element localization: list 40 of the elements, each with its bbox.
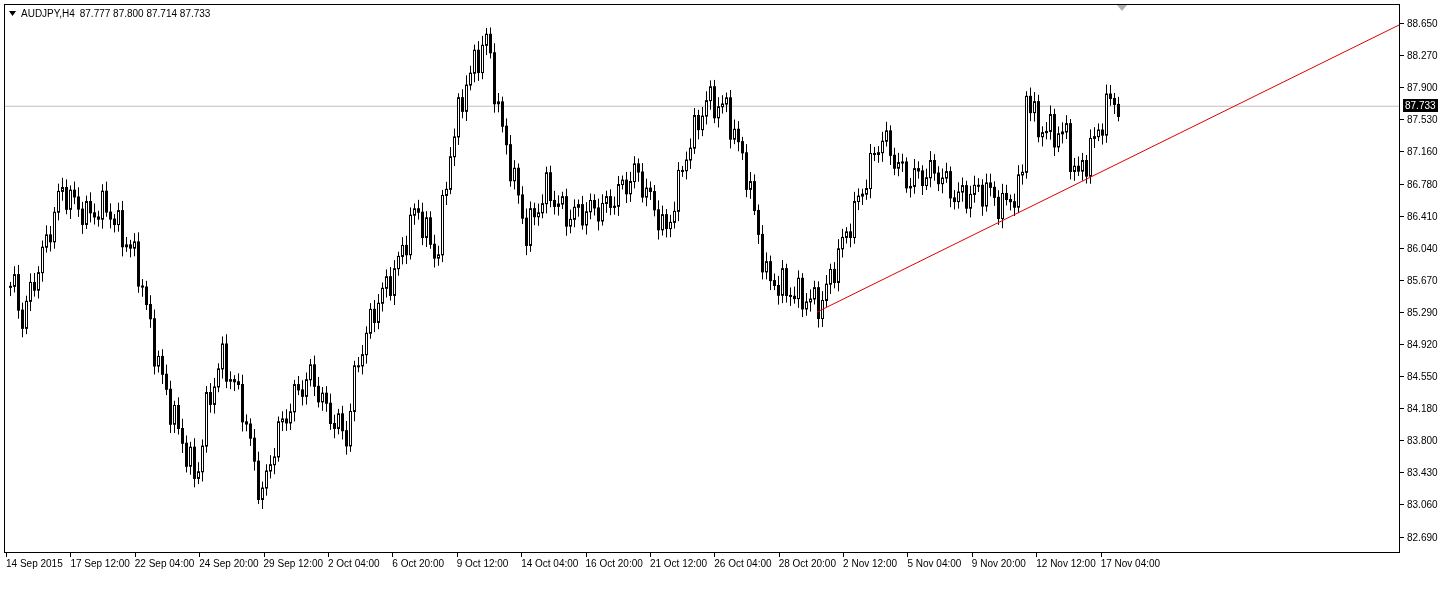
price-axis-label: 84.920: [1407, 339, 1438, 350]
price-axis-label: 86.780: [1407, 178, 1438, 190]
time-axis-label: 14 Sep 2015: [6, 558, 64, 569]
time-axis-label: 6 Oct 20:00: [392, 558, 446, 569]
time-axis-label: 29 Sep 12:00: [263, 558, 325, 569]
time-axis-label: 9 Nov 20:00: [971, 558, 1027, 569]
symbol-label: AUDJPY,H4: [21, 8, 75, 19]
price-axis-label: 87.160: [1407, 146, 1438, 158]
price-axis-label: 87.530: [1407, 114, 1438, 126]
time-axis-label: 26 Oct 04:00: [714, 558, 773, 569]
time-axis-label: 9 Oct 12:00: [456, 558, 510, 569]
time-axis-label: 12 Nov 12:00: [1036, 558, 1097, 569]
chart-shift-marker-icon[interactable]: [1117, 5, 1127, 11]
price-axis-label: 84.550: [1407, 371, 1438, 383]
price-axis-label: 85.290: [1407, 306, 1438, 318]
price-axis-label: 82.690: [1407, 531, 1438, 543]
time-axis-label: 17 Sep 12:00: [70, 558, 131, 569]
time-axis-label: 16 Oct 20:00: [585, 558, 644, 569]
price-axis-label: 86.410: [1407, 210, 1438, 222]
time-axis-label: 5 Nov 04:00: [907, 558, 963, 569]
time-axis-label: 2 Oct 04:00: [327, 558, 381, 569]
time-axis-label: 24 Sep 20:00: [199, 558, 260, 569]
time-axis-label: 28 Oct 20:00: [778, 558, 837, 569]
price-axis-label: 83.800: [1407, 435, 1438, 447]
ohlc-quotes: 87.777 87.800 87.714 87.733: [79, 8, 211, 19]
price-axis-label: 85.670: [1407, 274, 1438, 286]
time-axis-label: 14 Oct 04:00: [521, 558, 580, 569]
price-axis-label: 88.270: [1407, 50, 1438, 62]
time-axis-label: 22 Sep 04:00: [134, 558, 196, 569]
time-axis-label: 2 Nov 12:00: [843, 558, 898, 569]
price-axis-label: 86.040: [1407, 242, 1438, 254]
price-axis-label: 88.650: [1407, 18, 1438, 30]
caret-icon[interactable]: [9, 11, 16, 16]
price-axis-label: 83.430: [1407, 467, 1438, 479]
current-price-label: 87.733: [1403, 99, 1438, 113]
time-axis-label: 21 Oct 12:00: [649, 558, 709, 569]
time-axis-label: 17 Nov 04:00: [1100, 558, 1162, 569]
price-axis-label: 83.060: [1407, 499, 1438, 511]
price-axis-label: 87.900: [1407, 82, 1438, 94]
price-axis-label: 84.180: [1407, 403, 1438, 415]
